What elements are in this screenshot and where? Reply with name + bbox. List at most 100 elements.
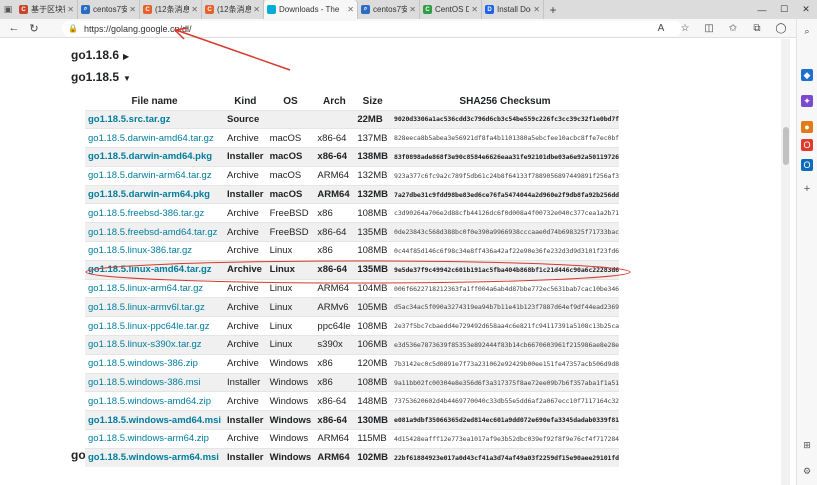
size-cell: 106MB <box>354 335 391 355</box>
file-name-cell: go1.18.5.darwin-arm64.tar.gz <box>85 165 225 186</box>
caret-right-icon: ▶ <box>123 52 130 61</box>
kind-cell: Archive <box>224 278 267 298</box>
close-tab-icon[interactable]: ✕ <box>191 5 198 14</box>
download-link[interactable]: go1.18.5.windows-amd64.msi <box>88 415 221 426</box>
table-row: go1.18.5.linux-arm64.tar.gz Archive Linux A… <box>85 278 619 298</box>
download-link[interactable]: go1.18.5.darwin-amd64.pkg <box>88 151 212 162</box>
browser-tab[interactable]: DInstall Docker E✕ <box>482 0 544 19</box>
tab-actions-icon[interactable]: ▣ <box>0 0 16 19</box>
browser-tab[interactable]: C基于区块链的大✕ <box>16 0 78 19</box>
caret-down-icon: ▼ <box>123 74 131 83</box>
office-icon[interactable]: O <box>801 139 813 151</box>
favorite-icon[interactable]: ☆ <box>673 19 697 38</box>
scrollbar-thumb[interactable] <box>783 127 789 165</box>
add-sidebar-icon[interactable]: + <box>801 183 813 195</box>
address-bar[interactable]: 🔒 https://golang.google.cn/dl/ <box>62 21 682 36</box>
close-tab-icon[interactable]: ✕ <box>129 5 136 14</box>
arch-cell: ARM64 <box>314 447 355 468</box>
collections-icon[interactable]: ⧉ <box>745 19 769 38</box>
page-scrollbar[interactable] <box>781 39 790 485</box>
sha-cell: e3d536e7873639f85353e892444f83b14cb66706… <box>391 335 619 355</box>
download-link[interactable]: go1.18.5.darwin-arm64.tar.gz <box>88 170 212 181</box>
size-cell: 130MB <box>354 410 391 430</box>
file-name-cell: go1.18.5.windows-386.msi <box>85 372 225 392</box>
close-window-icon[interactable]: ✕ <box>795 0 817 19</box>
download-link[interactable]: go1.18.5.src.tar.gz <box>88 114 170 125</box>
customize-sidebar-icon[interactable]: ⊞ <box>801 439 813 451</box>
download-link[interactable]: go1.18.5.freebsd-amd64.tar.gz <box>88 227 217 238</box>
download-link[interactable]: go1.18.5.linux-ppc64le.tar.gz <box>88 321 209 332</box>
lock-icon[interactable]: 🔒 <box>68 24 78 33</box>
download-link[interactable]: go1.18.5.windows-arm64.msi <box>88 452 219 463</box>
read-aloud-icon[interactable]: A <box>649 19 673 38</box>
minimize-icon[interactable]: — <box>751 0 773 19</box>
games-icon[interactable]: ● <box>801 121 813 133</box>
download-link[interactable]: go1.18.5.darwin-amd64.tar.gz <box>88 133 214 144</box>
tools-icon[interactable]: ✦ <box>801 95 813 107</box>
site-favicon-icon: C <box>205 5 214 14</box>
favorites-list-icon[interactable]: ✩ <box>721 19 745 38</box>
close-tab-icon[interactable]: ✕ <box>347 5 354 14</box>
download-link[interactable]: go1.18.5.windows-386.zip <box>88 358 198 369</box>
download-link[interactable]: go1.18.5.linux-386.tar.gz <box>88 245 192 256</box>
download-link[interactable]: go1.18.5.darwin-arm64.pkg <box>88 189 210 200</box>
browser-tab[interactable]: ⌕centos7安装hyp✕ <box>78 0 140 19</box>
split-screen-icon[interactable]: ◫ <box>697 19 721 38</box>
download-link[interactable]: go1.18.5.windows-amd64.zip <box>88 396 211 407</box>
sha-cell: 2e37f5bc7cbaedd4e729492d658aa4c6e821fc94… <box>391 316 619 336</box>
version-toggle-top[interactable]: go1.18.6 ▶ <box>71 48 129 62</box>
file-name-cell: go1.18.5.windows-amd64.zip <box>85 391 225 411</box>
table-row: go1.18.5.windows-386.msi Installer Windows… <box>85 372 619 392</box>
file-name-cell: go1.18.5.src.tar.gz <box>85 109 225 129</box>
download-link[interactable]: go1.18.5.linux-amd64.tar.gz <box>88 264 212 275</box>
shopping-icon[interactable]: ◆ <box>801 69 813 81</box>
browser-tab[interactable]: Downloads - The ✕ <box>264 0 358 19</box>
arch-cell: x86 <box>314 372 355 392</box>
new-tab-button[interactable]: + <box>544 0 562 19</box>
browser-tab[interactable]: ⌕centos7安装doc✕ <box>358 0 420 19</box>
outlook-icon[interactable]: O <box>801 159 813 171</box>
column-header: OS <box>283 95 298 107</box>
size-cell: 115MB <box>354 429 391 449</box>
kind-cell: Archive <box>224 165 267 186</box>
sha-cell: 7a27dbe31c9fdd98be83ed6ce76fa5474044a2d9… <box>391 184 619 204</box>
settings-icon[interactable]: ⚙ <box>801 465 813 477</box>
column-header: Kind <box>234 95 257 107</box>
size-cell: 108MB <box>354 241 391 261</box>
download-link[interactable]: go1.18.5.windows-386.msi <box>88 377 200 388</box>
os-cell: Linux <box>266 335 315 355</box>
sha-cell: 0c44f85d146c6f98c34e8ff436a42af22e90e36f… <box>391 241 619 261</box>
version-toggle-expanded[interactable]: go1.18.5 ▼ <box>71 70 131 84</box>
browser-tab[interactable]: C(12条消息) cento✕ <box>140 0 202 19</box>
close-tab-icon[interactable]: ✕ <box>471 5 478 14</box>
close-tab-icon[interactable]: ✕ <box>533 5 540 14</box>
close-tab-icon[interactable]: ✕ <box>253 5 260 14</box>
download-link[interactable]: go1.18.5.linux-s390x.tar.gz <box>88 339 202 350</box>
close-tab-icon[interactable]: ✕ <box>409 5 416 14</box>
back-icon[interactable]: ← <box>4 19 24 38</box>
arch-cell: ARMv6 <box>314 297 355 317</box>
download-link[interactable]: go1.18.5.linux-arm64.tar.gz <box>88 283 203 294</box>
profile-icon[interactable]: ◯ <box>769 19 793 38</box>
kind-cell: Archive <box>224 241 267 261</box>
table-row: go1.18.5.linux-386.tar.gz Archive Linux x86… <box>85 241 619 261</box>
size-cell: 22MB <box>354 109 391 129</box>
download-link[interactable]: go1.18.5.freebsd-386.tar.gz <box>88 208 204 219</box>
file-name-cell: go1.18.5.windows-amd64.msi <box>85 410 225 430</box>
tab-strip: ▣ C基于区块链的大✕⌕centos7安装hyp✕C(12条消息) cento✕… <box>0 0 817 19</box>
size-cell: 138MB <box>354 147 391 167</box>
sha-cell: 923a377c6fc9a2c789f5db61c24b8f64133f7889… <box>391 165 619 186</box>
browser-tab[interactable]: CCentOS Docker✕ <box>420 0 482 19</box>
download-link[interactable]: go1.18.5.windows-arm64.zip <box>88 433 209 444</box>
maximize-icon[interactable]: ☐ <box>773 0 795 19</box>
download-link[interactable]: go1.18.5.linux-armv6l.tar.gz <box>88 302 205 313</box>
reload-icon[interactable]: ↻ <box>24 19 44 38</box>
close-tab-icon[interactable]: ✕ <box>67 5 74 14</box>
file-name-cell: go1.18.5.linux-arm64.tar.gz <box>85 278 225 298</box>
sha-cell: 006f6622718212363fa1ff004a6ab4d87bbe772e… <box>391 278 619 298</box>
file-name-cell: go1.18.5.freebsd-386.tar.gz <box>85 203 225 223</box>
search-icon[interactable]: ⌕ <box>801 25 813 37</box>
os-cell: Linux <box>266 278 315 298</box>
tab-title: Downloads - The <box>279 5 340 14</box>
browser-tab[interactable]: C(12条消息) cento✕ <box>202 0 264 19</box>
